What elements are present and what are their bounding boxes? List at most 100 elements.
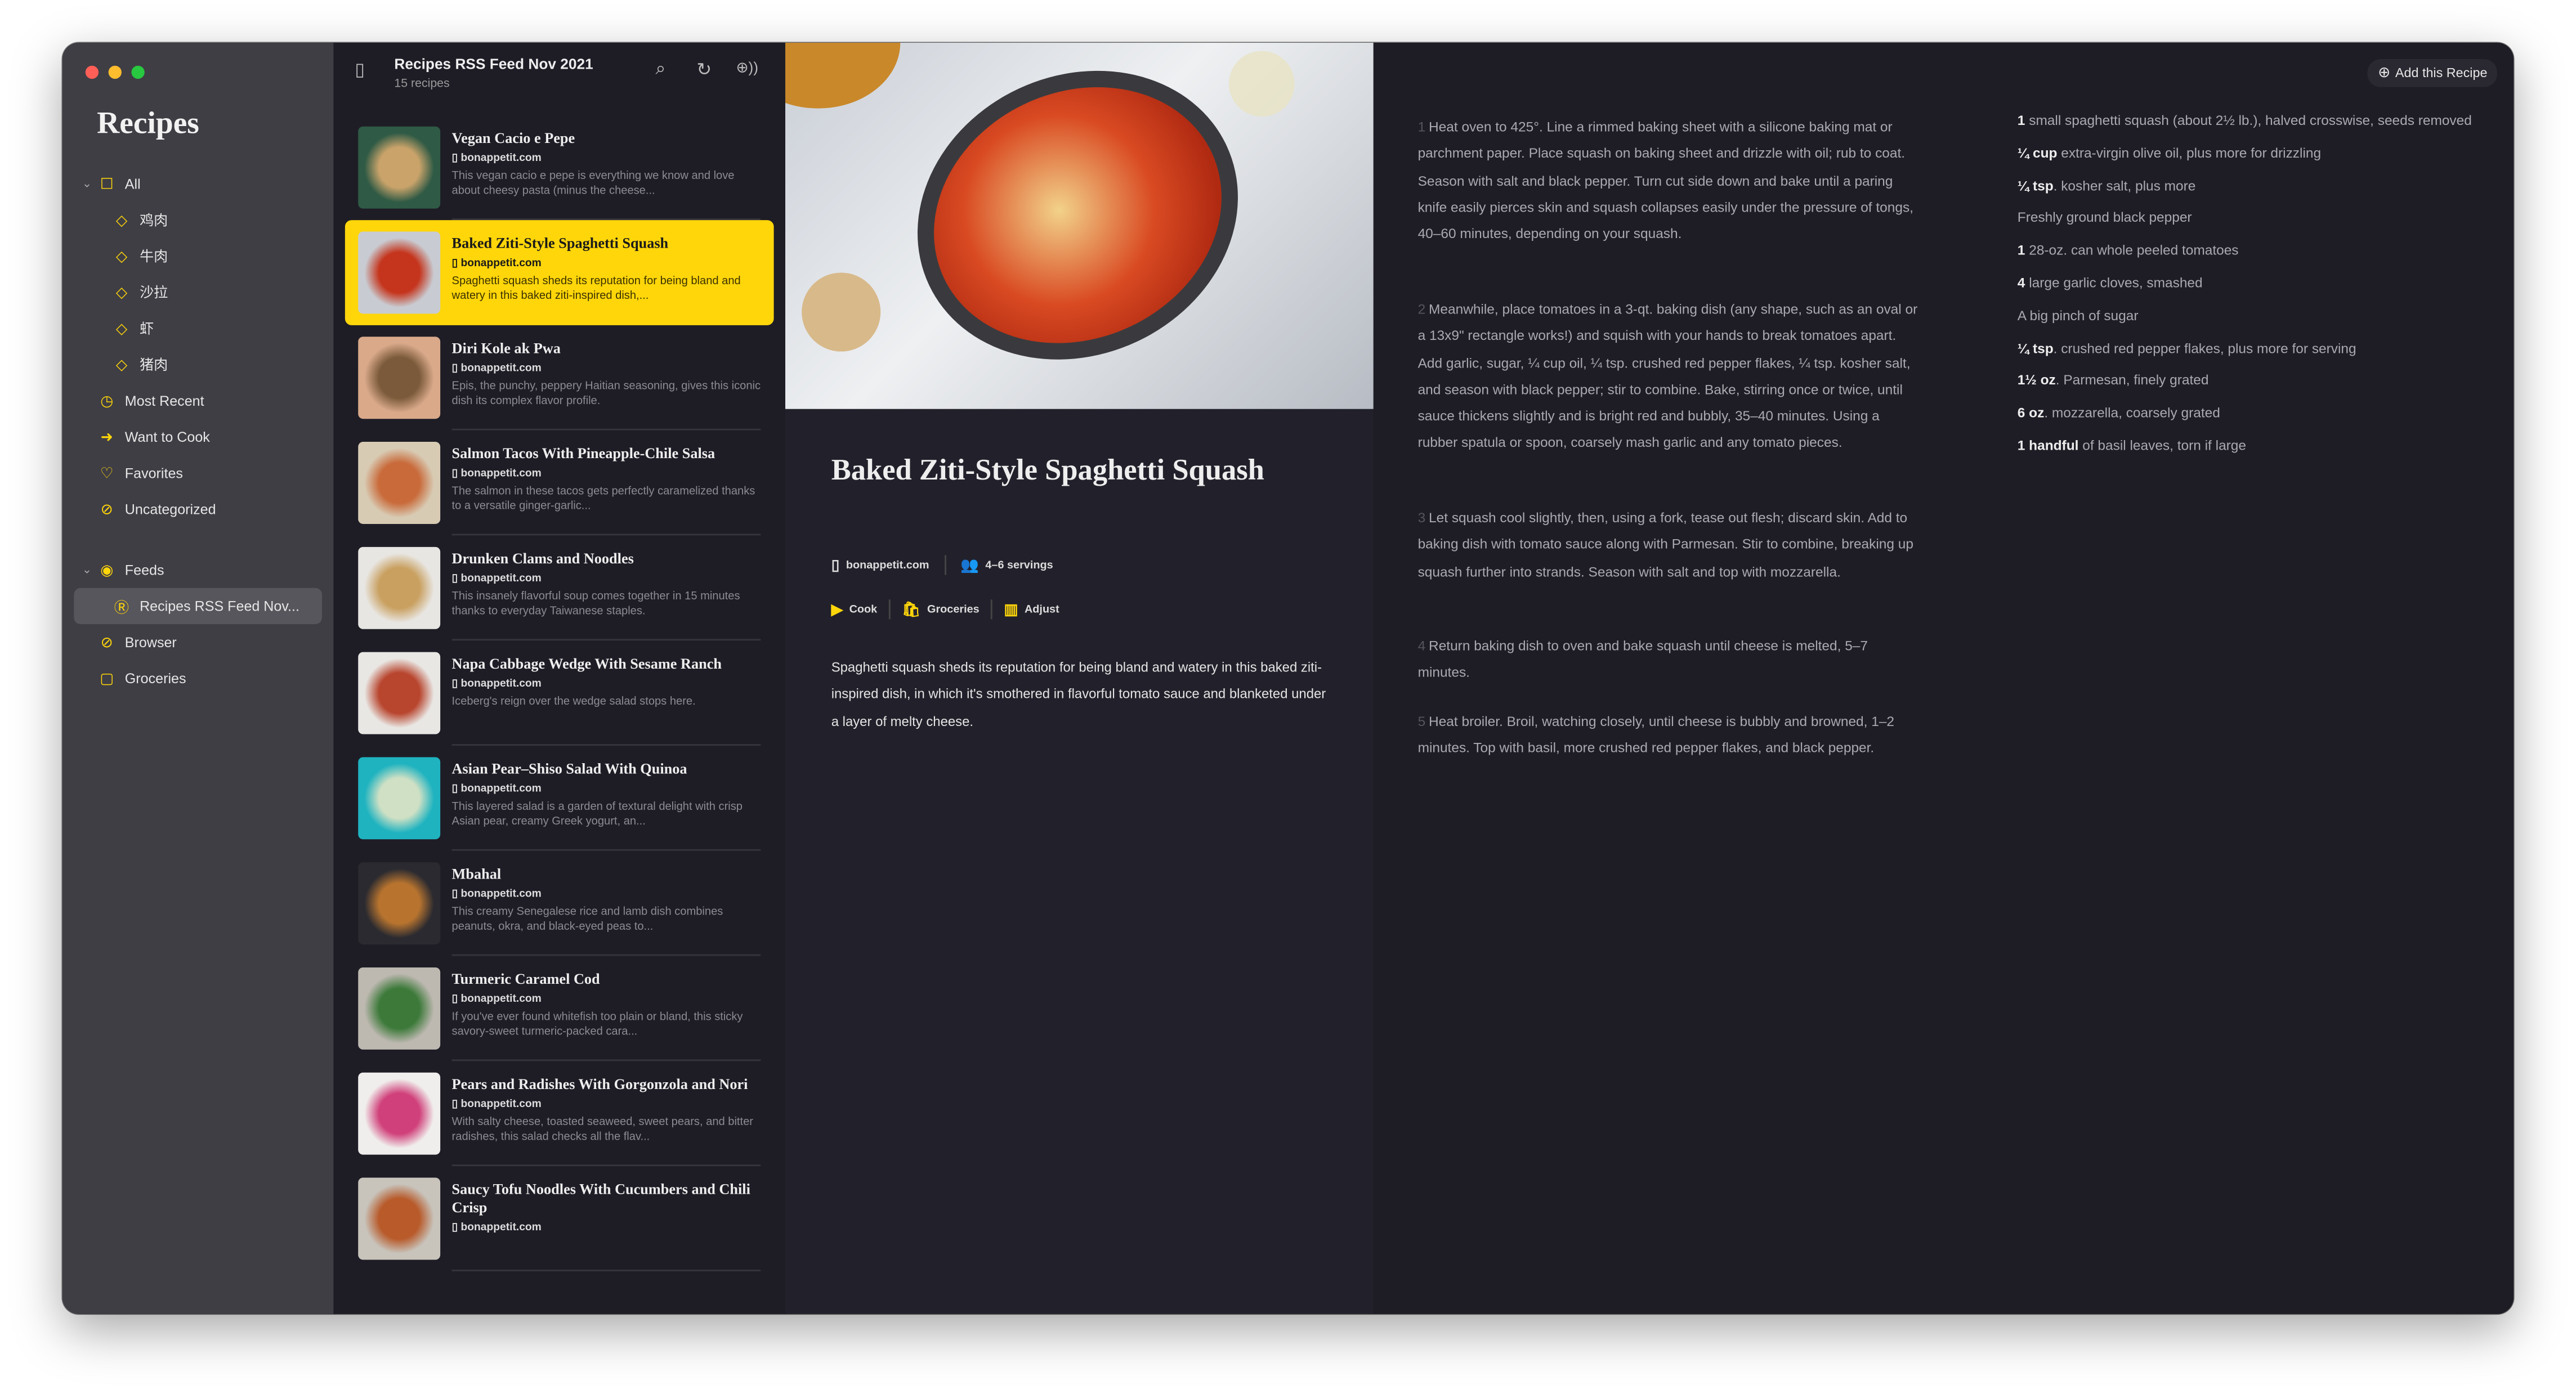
- step-text: Heat broiler. Broil, watching closely, u…: [1417, 713, 1895, 756]
- recipe-description: If you've ever found whitefish too plain…: [451, 1011, 743, 1039]
- sidebar-item[interactable]: ◇ 鸡肉: [62, 202, 334, 238]
- recipe-list-item[interactable]: Salmon Tacos With Pineapple-Chile Salsa ▯…: [345, 431, 774, 536]
- source-label: bonappetit.com: [460, 1099, 542, 1110]
- source-label: bonappetit.com: [460, 888, 542, 900]
- feed-title: Recipes RSS Feed Nov 2021: [394, 56, 593, 73]
- source-label: bonappetit.com: [460, 993, 542, 1006]
- recipe-list-item[interactable]: Turmeric Caramel Cod ▯ bonappetit.com If y…: [345, 956, 774, 1061]
- recipe-list-item[interactable]: Vegan Cacio e Pepe ▯ bonappetit.com This v…: [345, 115, 774, 221]
- sidebar-item[interactable]: ◇ 沙拉: [62, 274, 334, 310]
- recipe-name: Drunken Clams and Noodles: [451, 550, 634, 567]
- ingredient-text: . crushed red pepper flakes, plus more f…: [2053, 339, 2356, 356]
- book-icon: ▯: [451, 1222, 461, 1234]
- sidebar-item[interactable]: ⊘ Browser: [62, 624, 334, 660]
- recipe-list-item[interactable]: Saucy Tofu Noodles With Cucumbers and Ch…: [345, 1166, 774, 1271]
- chevron-down-icon[interactable]: ⌄: [82, 563, 92, 576]
- recipe-actions: ▶ Cook 🛍 Groceries ▥ Adjust: [831, 599, 1059, 620]
- ingredient: Freshly ground black pepper: [2018, 209, 2494, 226]
- close-button[interactable]: [85, 65, 99, 79]
- ingredient-quantity: 1: [2017, 241, 2025, 258]
- recipe-list-item[interactable]: Mbahal ▯ bonappetit.com This creamy Senega…: [345, 851, 774, 956]
- recipe-item-body: Mbahal ▯ bonappetit.com This creamy Senega…: [452, 862, 761, 944]
- ingredient-quantity: ¼ tsp: [2017, 177, 2054, 194]
- ingredient: ¼ tsp. kosher salt, plus more: [2018, 177, 2494, 193]
- recipe-thumbnail: [358, 862, 441, 945]
- recipe-list-item[interactable]: Drunken Clams and Noodles ▯ bonappetit.co…: [345, 535, 774, 641]
- sidebar-item[interactable]: ◇ 猪肉: [62, 347, 334, 383]
- groceries-label: Groceries: [927, 603, 980, 615]
- heart-icon: ♡: [100, 464, 114, 481]
- recipe-source: ▯ bonappetit.com: [452, 1097, 761, 1110]
- ingredient-text: . Parmesan, finely grated: [2055, 371, 2209, 388]
- refresh-icon[interactable]: ↻: [696, 59, 712, 80]
- source-label: bonappetit.com: [460, 362, 542, 375]
- tag-icon: ◇: [115, 319, 128, 336]
- recipe-description: With salty cheese, toasted seaweed, swee…: [451, 1117, 753, 1144]
- recipe-list-item[interactable]: Pears and Radishes With Gorgonzola and N…: [345, 1061, 774, 1167]
- sidebar-item-label: Recipes RSS Feed Nov...: [140, 598, 299, 615]
- sidebar-item[interactable]: ◇ 牛肉: [62, 238, 334, 274]
- recipe-description: The salmon in these tacos gets perfectly…: [451, 486, 755, 513]
- zoom-button[interactable]: [131, 65, 145, 79]
- clock-icon: ◷: [100, 392, 114, 409]
- sidebar-item[interactable]: ◷ Most Recent: [62, 383, 334, 419]
- play-circle-icon: ▶: [831, 600, 843, 617]
- recipe-list-item[interactable]: Baked Ziti-Style Spaghetti Squash ▯ bonap…: [345, 220, 774, 325]
- recipe-source: ▯ bonappetit.com: [452, 992, 761, 1005]
- recipe-source: ▯ bonappetit.com: [452, 256, 761, 269]
- sidebar-item-label: Most Recent: [124, 392, 204, 409]
- tray-icon: ☐: [100, 174, 114, 191]
- sidebar-item[interactable]: ⌄ ☐ All: [62, 166, 334, 202]
- sidebar-item-label: All: [124, 176, 141, 192]
- bag-icon: ▢: [100, 669, 114, 686]
- adjust-button[interactable]: ▥ Adjust: [1004, 601, 1059, 619]
- ingredient: 6 oz. mozzarella, coarsely grated: [2018, 404, 2494, 420]
- ingredient-text: Freshly ground black pepper: [2017, 209, 2192, 226]
- source-label: bonappetit.com: [460, 468, 542, 480]
- sidebar-toggle-icon[interactable]: ▯: [355, 59, 365, 80]
- recipe-title: Baked Ziti-Style Spaghetti Squash: [831, 453, 1264, 486]
- recipe-list-item[interactable]: Napa Cabbage Wedge With Sesame Ranch ▯ bo…: [345, 640, 774, 746]
- recipe-hero-image: [785, 42, 1374, 409]
- sidebar-item-label: Favorites: [124, 464, 183, 482]
- sidebar-item[interactable]: ⊘ Uncategorized: [62, 491, 334, 527]
- recipe-summary: Spaghetti squash sheds its reputation fo…: [831, 660, 1326, 729]
- recipe-item-body: Turmeric Caramel Cod ▯ bonappetit.com If y…: [452, 967, 761, 1050]
- ingredient-quantity: 1: [2017, 111, 2025, 128]
- recipe-name: Vegan Cacio e Pepe: [451, 129, 575, 146]
- recipe-item-body: Asian Pear–Shiso Salad With Quinoa ▯ bona…: [452, 757, 761, 839]
- sidebar-item[interactable]: Ⓡ Recipes RSS Feed Nov...: [74, 588, 323, 624]
- cook-button[interactable]: ▶ Cook: [831, 601, 877, 619]
- recipe-list-item[interactable]: Diri Kole ak Pwa ▯ bonappetit.com Epis, th…: [345, 325, 774, 431]
- recipe-name: Turmeric Caramel Cod: [451, 970, 600, 987]
- arrow-circle-icon: ➜: [100, 428, 113, 445]
- source-label: bonappetit.com: [460, 573, 542, 585]
- window-controls: [85, 65, 145, 79]
- ingredient: 4 large garlic cloves, smashed: [2018, 274, 2494, 290]
- chevron-down-icon[interactable]: ⌄: [82, 177, 92, 190]
- recipe-thumbnail: [358, 1177, 441, 1260]
- feed-icon: ◉: [100, 561, 114, 577]
- step-number: 4: [1417, 637, 1426, 654]
- ingredient-quantity: ¼ cup: [2017, 144, 2058, 161]
- minimize-button[interactable]: [108, 65, 122, 79]
- broadcast-icon[interactable]: ⊕)): [736, 59, 758, 77]
- recipe-source: ▯ bonappetit.com: [452, 151, 761, 164]
- sidebar-item[interactable]: ♡ Favorites: [62, 455, 334, 491]
- sidebar-item[interactable]: ⌄ ◉ Feeds: [62, 552, 334, 588]
- recipe-source[interactable]: bonappetit.com: [846, 559, 929, 571]
- recipe-list-item[interactable]: Asian Pear–Shiso Salad With Quinoa ▯ bona…: [345, 746, 774, 851]
- add-recipe-button[interactable]: ⊕ Add this Recipe: [2368, 59, 2497, 87]
- recipe-thumbnail: [358, 967, 441, 1050]
- instruction-step: 5 Heat broiler. Broil, watching closely, …: [1418, 708, 1919, 761]
- sidebar-item[interactable]: ➜ Want to Cook: [62, 419, 334, 455]
- sidebar-item[interactable]: ▢ Groceries: [62, 660, 334, 696]
- recipe-item-body: Drunken Clams and Noodles ▯ bonappetit.co…: [452, 547, 761, 629]
- tag-icon: ◇: [115, 355, 128, 373]
- sidebar-item[interactable]: ◇ 虾: [62, 311, 334, 347]
- source-label: bonappetit.com: [460, 783, 542, 795]
- groceries-button[interactable]: 🛍 Groceries: [902, 601, 980, 619]
- search-icon[interactable]: ⌕: [655, 59, 665, 80]
- recipe-source: ▯ bonappetit.com: [452, 572, 761, 585]
- sidebar-item-label: Want to Cook: [124, 428, 210, 445]
